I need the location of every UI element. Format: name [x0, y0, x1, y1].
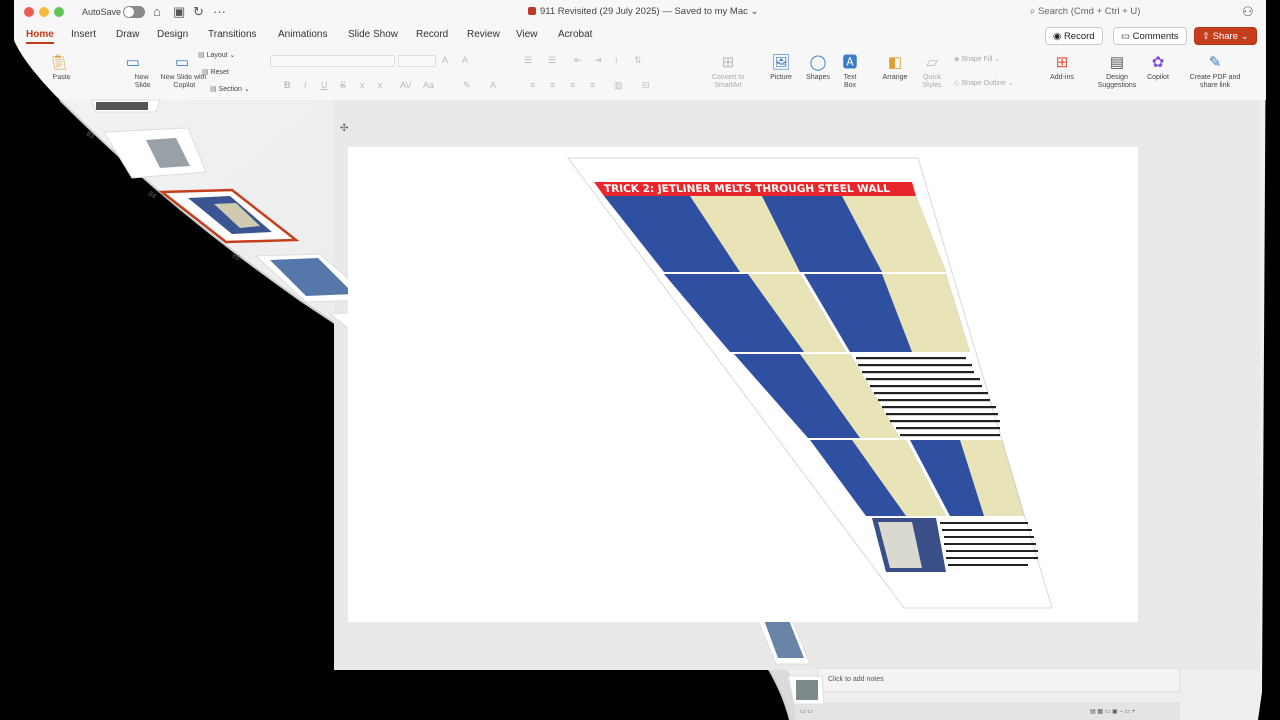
- powerpoint-window: AutoSave ⌂ ▣ ↻ ··· 911 Revisited (29 Jul…: [0, 0, 1280, 720]
- status-view-buttons[interactable]: ▤ ▦ ▭ ▣ − ▭ +: [1090, 708, 1135, 715]
- notes-placeholder[interactable]: Click to add notes: [828, 676, 884, 683]
- slide-title: TRICK 2: JETLINER MELTS THROUGH STEEL WA…: [603, 183, 891, 195]
- slide-content: [348, 147, 1053, 622]
- screen: AutoSave ⌂ ▣ ↻ ··· 911 Revisited (29 Jul…: [0, 0, 1280, 720]
- status-slide-count: ▭ ▭: [800, 709, 814, 715]
